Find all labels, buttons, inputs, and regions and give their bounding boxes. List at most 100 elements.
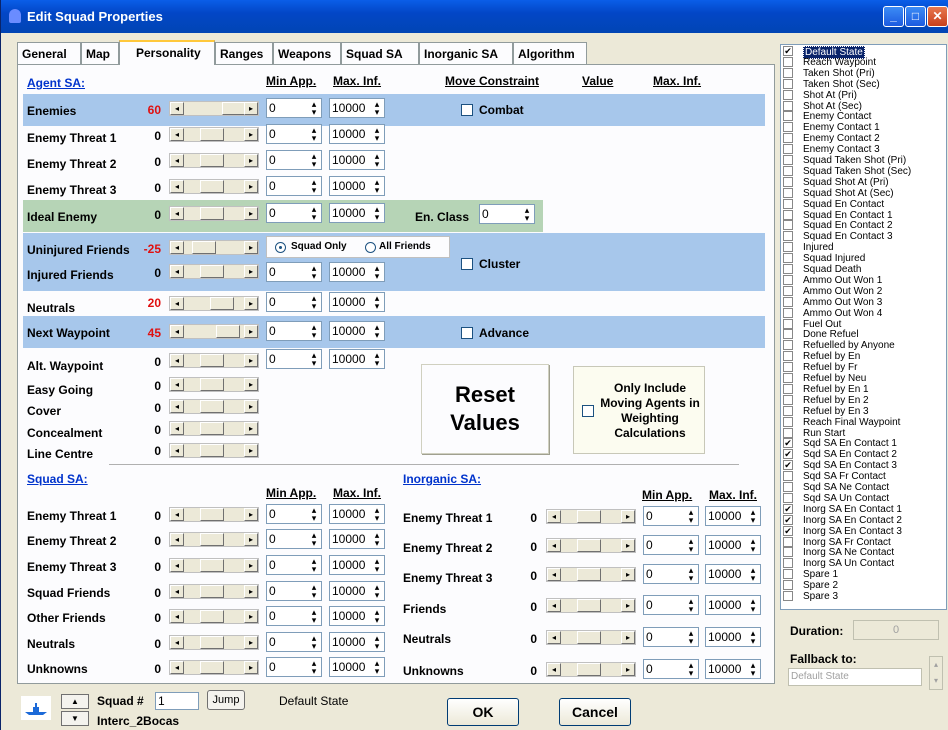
close-button[interactable]: ✕ xyxy=(927,6,948,27)
state-checkbox[interactable] xyxy=(783,340,793,351)
state-checkbox[interactable] xyxy=(783,67,793,78)
min-app-spinner[interactable]: 0 ▴ ▾ xyxy=(266,529,322,549)
state-checkbox[interactable] xyxy=(783,351,793,362)
jump-button[interactable]: Jump xyxy=(207,690,245,710)
max-inf-spinner[interactable]: 10000 ▴ ▾ xyxy=(329,262,385,282)
state-checkbox[interactable] xyxy=(783,307,793,318)
state-list[interactable]: ✔ Default State Reach Waypoint Taken Shot (… xyxy=(780,44,947,610)
state-checkbox[interactable] xyxy=(783,220,793,231)
squad-unknowns-slider[interactable]: ◂ ▸ xyxy=(169,660,259,675)
state-checkbox[interactable] xyxy=(783,78,793,89)
state-checkbox[interactable] xyxy=(783,580,793,591)
max-inf-spinner[interactable]: 10000 ▴ ▾ xyxy=(329,349,385,369)
other-friends-slider[interactable]: ◂ ▸ xyxy=(169,609,259,624)
max-inf-spinner[interactable]: 10000 ▴ ▾ xyxy=(705,564,761,584)
state-checkbox[interactable] xyxy=(783,155,793,165)
cancel-button[interactable]: Cancel xyxy=(559,698,631,726)
min-app-spinner[interactable]: 0 ▴ ▾ xyxy=(266,581,322,601)
max-inf-spinner[interactable]: 10000 ▴ ▾ xyxy=(329,124,385,144)
squad-enemy-threat-1-slider[interactable]: ◂ ▸ xyxy=(169,507,259,522)
min-app-spinner[interactable]: 0 ▴ ▾ xyxy=(266,176,322,196)
state-checkbox[interactable] xyxy=(783,547,793,558)
min-app-spinner[interactable]: 0 ▴ ▾ xyxy=(266,98,322,118)
tab-squad-sa[interactable]: Squad SA xyxy=(341,42,419,64)
inorg-neutrals-slider[interactable]: ◂ ▸ xyxy=(546,630,636,645)
squad-sa-title[interactable]: Squad SA: xyxy=(27,472,88,486)
min-app-spinner[interactable]: 0 ▴ ▾ xyxy=(643,595,699,615)
state-checkbox[interactable] xyxy=(783,394,793,405)
state-checkbox[interactable] xyxy=(783,362,793,373)
squad-up-button[interactable]: ▲ xyxy=(61,694,89,709)
neutrals-slider[interactable]: ◂ ▸ xyxy=(169,296,259,311)
max-inf-spinner[interactable]: 10000 ▴ ▾ xyxy=(329,150,385,170)
maximize-button[interactable]: □ xyxy=(905,6,926,27)
line-centre-slider[interactable]: ◂ ▸ xyxy=(169,443,259,458)
min-app-spinner[interactable]: 0 ▴ ▾ xyxy=(266,606,322,626)
squad-only-radio[interactable] xyxy=(275,242,286,253)
state-checkbox[interactable] xyxy=(783,56,793,67)
en-class-spinner[interactable]: 0 ▴ ▾ xyxy=(479,204,535,224)
min-app-spinner[interactable]: 0 ▴ ▾ xyxy=(266,657,322,677)
max-inf-spinner[interactable]: 10000 ▴ ▾ xyxy=(329,555,385,575)
state-checkbox[interactable] xyxy=(783,176,793,187)
min-app-spinner[interactable]: 0 ▴ ▾ xyxy=(266,349,322,369)
concealment-slider[interactable]: ◂ ▸ xyxy=(169,421,259,436)
inorg-enemy-threat-1-slider[interactable]: ◂ ▸ xyxy=(546,509,636,524)
state-checkbox[interactable] xyxy=(783,111,793,122)
max-inf-spinner[interactable]: 10000 ▴ ▾ xyxy=(329,606,385,626)
advance-checkbox[interactable] xyxy=(461,327,473,339)
state-checkbox[interactable] xyxy=(783,165,793,176)
state-checkbox[interactable] xyxy=(783,231,793,242)
state-checkbox[interactable] xyxy=(783,122,793,133)
state-checkbox[interactable] xyxy=(783,242,793,253)
ok-button[interactable]: OK xyxy=(447,698,519,726)
duration-field[interactable]: 0 xyxy=(853,620,939,640)
min-app-spinner[interactable]: 0 ▴ ▾ xyxy=(266,124,322,144)
state-checkbox[interactable] xyxy=(783,144,793,155)
state-checkbox[interactable] xyxy=(783,427,793,438)
combat-checkbox[interactable] xyxy=(461,104,473,116)
reset-values-button[interactable]: Reset Values xyxy=(421,364,549,454)
minimize-button[interactable]: _ xyxy=(883,6,904,27)
state-checkbox[interactable] xyxy=(783,536,793,547)
max-inf-spinner[interactable]: 10000 ▴ ▾ xyxy=(329,292,385,312)
inorg-enemy-threat-2-slider[interactable]: ◂ ▸ xyxy=(546,538,636,553)
min-app-spinner[interactable]: 0 ▴ ▾ xyxy=(266,262,322,282)
max-inf-spinner[interactable]: 10000 ▴ ▾ xyxy=(329,203,385,223)
squad-enemy-threat-3-slider[interactable]: ◂ ▸ xyxy=(169,558,259,573)
state-checkbox[interactable] xyxy=(783,253,793,264)
enemy-threat-2-slider[interactable]: ◂ ▸ xyxy=(169,153,259,168)
max-inf-spinner[interactable]: 10000 ▴ ▾ xyxy=(705,506,761,526)
uninjured-friends-slider[interactable]: ◂ ▸ xyxy=(169,240,259,255)
state-checkbox[interactable]: ✔ xyxy=(783,525,793,536)
enemies-slider[interactable]: ◂ ▸ xyxy=(169,101,259,116)
min-app-spinner[interactable]: 0 ▴ ▾ xyxy=(643,535,699,555)
inorg-friends-slider[interactable]: ◂ ▸ xyxy=(546,598,636,613)
max-inf-spinner[interactable]: 10000 ▴ ▾ xyxy=(329,581,385,601)
inorg-unknowns-slider[interactable]: ◂ ▸ xyxy=(546,662,636,677)
max-inf-spinner[interactable]: 10000 ▴ ▾ xyxy=(329,321,385,341)
state-checkbox[interactable] xyxy=(783,274,793,285)
tab-inorganic-sa[interactable]: Inorganic SA xyxy=(419,42,513,64)
tab-ranges[interactable]: Ranges xyxy=(215,42,273,64)
squad-number-input[interactable]: 1 xyxy=(155,692,199,710)
tab-map[interactable]: Map xyxy=(81,42,119,64)
max-inf-spinner[interactable]: 10000 ▴ ▾ xyxy=(329,98,385,118)
tab-algorithm[interactable]: Algorithm xyxy=(513,42,587,64)
min-app-spinner[interactable]: 0 ▴ ▾ xyxy=(643,564,699,584)
min-app-spinner[interactable]: 0 ▴ ▾ xyxy=(643,506,699,526)
state-checkbox[interactable] xyxy=(783,471,793,482)
only-include-checkbox[interactable] xyxy=(582,405,594,417)
state-checkbox[interactable] xyxy=(783,209,793,220)
min-app-spinner[interactable]: 0 ▴ ▾ xyxy=(266,555,322,575)
tab-personality[interactable]: Personality xyxy=(119,40,215,65)
state-checkbox[interactable]: ✔ xyxy=(783,46,793,56)
state-checkbox[interactable] xyxy=(783,482,793,492)
state-checkbox[interactable]: ✔ xyxy=(783,460,793,471)
title-bar[interactable]: Edit Squad Properties _ □ ✕ xyxy=(1,0,948,33)
state-checkbox[interactable]: ✔ xyxy=(783,438,793,449)
state-checkbox[interactable]: ✔ xyxy=(783,514,793,525)
state-checkbox[interactable] xyxy=(783,492,793,503)
state-checkbox[interactable] xyxy=(783,198,793,209)
inorg-enemy-threat-3-slider[interactable]: ◂ ▸ xyxy=(546,567,636,582)
